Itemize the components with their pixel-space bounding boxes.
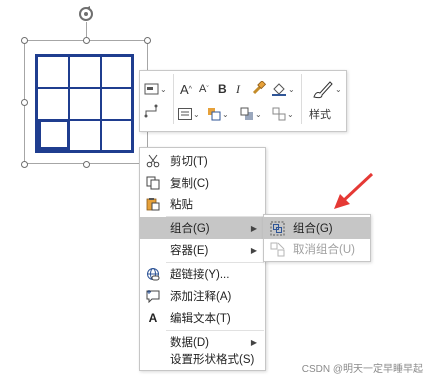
menu-item-edit-text[interactable]: A 编辑文本(T) — [140, 307, 265, 329]
menu-item-add-comment[interactable]: 添加注释(A) — [140, 285, 265, 307]
align-button[interactable]: ⌄ — [178, 108, 200, 120]
bold-button[interactable]: B — [218, 82, 227, 96]
send-backward-icon — [240, 107, 253, 120]
text-icon: A — [148, 311, 158, 325]
comment-icon — [145, 288, 161, 304]
chevron-down-icon: ⌄ — [255, 109, 262, 119]
menu-item-label: 添加注释(A) — [170, 291, 232, 303]
grid-line — [38, 87, 131, 89]
align-icon — [178, 108, 192, 120]
red-arrow-icon — [330, 172, 376, 212]
menu-item-label: 粘贴 — [170, 199, 193, 211]
line-color-button[interactable]: ⌄ — [271, 82, 295, 96]
menu-item-cut[interactable]: 剪切(T) — [140, 150, 265, 172]
chevron-down-icon: ⌄ — [335, 84, 342, 94]
menu-item-hyperlink[interactable]: 超链接(Y)... — [140, 263, 265, 285]
submenu-arrow-icon: ▶ — [250, 223, 257, 233]
ungroup-icon — [269, 241, 285, 257]
resize-handle-top[interactable] — [83, 37, 90, 44]
bring-forward-button[interactable]: ⌄ — [207, 107, 229, 121]
paint-brush-icon — [313, 81, 333, 99]
resize-handle-left[interactable] — [21, 99, 28, 106]
menu-item-container[interactable]: 容器(E) ▶ — [140, 239, 265, 261]
group-submenu: 组合(G) 取消组合(U) — [263, 214, 371, 262]
chevron-down-icon: ⌄ — [193, 109, 200, 119]
group-icon — [269, 220, 285, 236]
grid-line — [100, 57, 102, 150]
italic-button[interactable]: I — [236, 82, 240, 97]
toolbar-divider — [173, 74, 174, 124]
menu-item-label: 容器(E) — [170, 245, 209, 257]
resize-handle-top-left[interactable] — [21, 37, 28, 44]
hyperlink-icon — [145, 266, 161, 282]
submenu-arrow-icon: ▶ — [250, 337, 257, 347]
grow-font-button[interactable]: A ^ — [180, 82, 192, 97]
chevron-down-icon: ⌄ — [288, 84, 295, 94]
menu-item-label: 组合(G) — [170, 223, 210, 235]
rotate-handle-icon[interactable] — [77, 5, 95, 23]
format-painter-icon — [252, 81, 266, 95]
group-icon — [272, 107, 286, 121]
connector-icon — [144, 104, 158, 118]
submenu-arrow-icon: ▶ — [250, 245, 257, 255]
chevron-down-icon: ⌄ — [160, 84, 167, 94]
styles-label: 样式 — [309, 109, 331, 121]
menu-item-group[interactable]: 组合(G) ▶ — [140, 217, 265, 239]
send-backward-button[interactable]: ⌄ — [240, 107, 262, 121]
menu-item-label: 设置形状格式(S) — [170, 354, 255, 366]
line-color-icon — [272, 83, 286, 96]
bring-forward-icon — [208, 108, 221, 121]
menu-item-copy[interactable]: 复制(C) — [140, 172, 265, 194]
menu-item-label: 剪切(T) — [170, 156, 208, 168]
styles-button[interactable]: ⌄ — [312, 79, 342, 99]
chevron-down-icon: ⌄ — [287, 109, 294, 119]
submenu-item-label: 取消组合(U) — [293, 244, 355, 256]
paste-icon — [145, 196, 161, 212]
resize-handle-top-right[interactable] — [144, 37, 151, 44]
resize-handle-bottom-left[interactable] — [21, 161, 28, 168]
chevron-down-icon: ⌄ — [222, 109, 229, 119]
context-menu: 剪切(T) 复制(C) 粘贴 组合(G) ▶ 容器(E) ▶ 超链接(Y)...… — [139, 147, 266, 371]
group-button[interactable]: ⌄ — [272, 107, 294, 121]
copy-icon — [145, 175, 161, 191]
connector-button[interactable] — [144, 104, 159, 118]
menu-item-paste[interactable]: 粘贴 — [140, 193, 265, 215]
toolbar-divider — [301, 74, 302, 124]
submenu-item-ungroup[interactable]: 取消组合(U) — [264, 238, 370, 260]
shape-icon — [144, 83, 159, 95]
format-painter-button[interactable] — [252, 81, 266, 95]
watermark: CSDN @明天一定早睡早起 — [301, 364, 423, 375]
menu-item-label: 编辑文本(T) — [170, 313, 231, 325]
rotate-connector — [86, 22, 87, 37]
menu-item-label: 超链接(Y)... — [170, 269, 230, 281]
shape-fill-button[interactable]: ⌄ — [144, 83, 167, 95]
grid-shape[interactable] — [35, 54, 134, 153]
selected-cell[interactable] — [38, 119, 70, 150]
submenu-item-label: 组合(G) — [293, 223, 333, 235]
menu-item-label: 复制(C) — [170, 178, 209, 190]
scissors-icon — [145, 153, 161, 169]
resize-handle-bottom[interactable] — [83, 161, 90, 168]
submenu-item-group[interactable]: 组合(G) — [264, 217, 370, 239]
menu-item-format-shape[interactable]: 设置形状格式(S) — [140, 348, 265, 370]
shrink-font-button[interactable]: Aˇ — [199, 83, 209, 95]
